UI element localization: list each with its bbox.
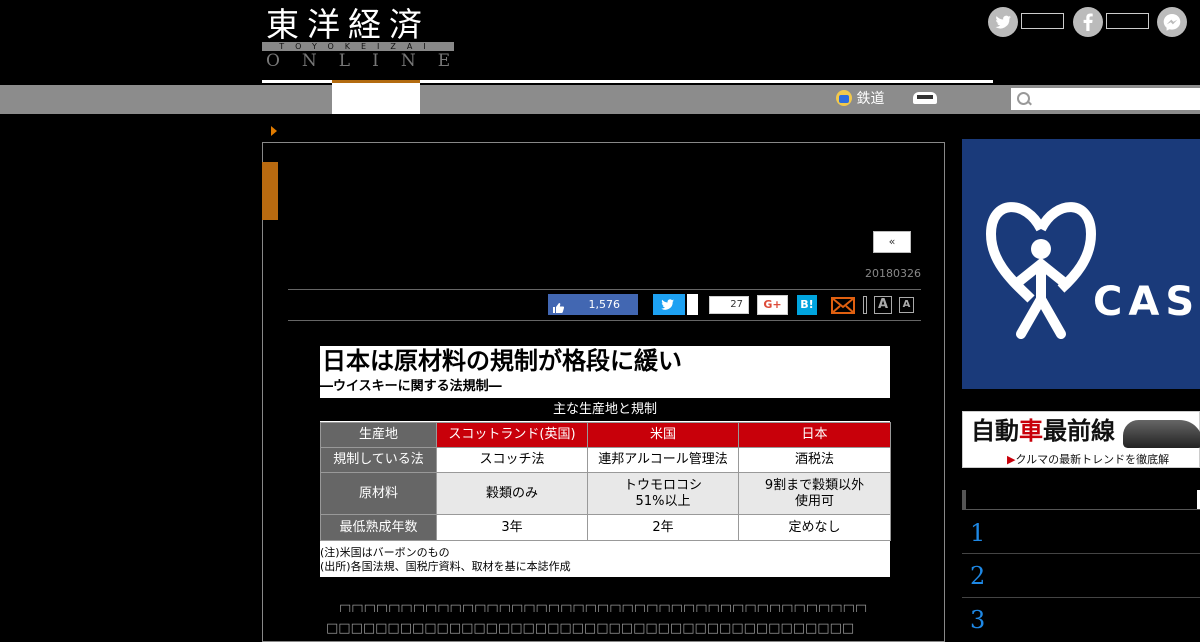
sidebar-ad-banner[interactable]: CAS [962,139,1200,389]
twitter-icon[interactable] [988,7,1018,37]
heart-person-logo-icon [986,202,1096,339]
car-feature-title: 自動車最前線 [971,416,1115,446]
table-header-cell: 米国 [587,422,739,448]
table-header-row: 生産地 スコットランド(英国) 米国 日本 [320,422,891,448]
messenger-icon[interactable] [1157,7,1187,37]
sidebar-car-feature-banner[interactable]: 自動車最前線 ▶クルマの最新トレンドを徹底解 [962,411,1200,468]
like-share-button[interactable] [628,294,638,315]
table-row: 原材料 穀類のみ トウモロコシ 51%以上 9割まで穀類以外 使用可 [320,472,891,515]
car-feature-title-a: 自動 [971,416,1019,445]
table-cell: 9割まで穀類以外 使用可 [738,472,891,515]
ranking-divider [962,597,1200,598]
figure-caption: 主な生産地と規制 [320,398,890,421]
table-cell: 定めなし [738,514,891,541]
train-icon [836,90,852,106]
table-row: 規制している法 スコッチ法 連邦アルコール管理法 酒税法 [320,447,891,473]
table-row-label: 原材料 [320,472,437,515]
nav-item-active[interactable] [332,80,420,114]
article-body-line: □□□□□□□□□□□□□□□□□□□□□□□□□□□□□□□□□□□□□□□□… [326,602,868,612]
table-cell: 穀類のみ [436,472,588,515]
regulation-table-figure: 日本は原材料の規制が格段に緩い ―ウイスキーに関する法規制― 主な生産地と規制 … [320,346,891,577]
google-plus-button[interactable]: G+ [757,295,788,315]
ranking-header [962,490,1200,510]
figure-title: 日本は原材料の規制が格段に緩い [322,346,682,375]
ranking-divider [962,553,1200,554]
bookmark-count: 27 [709,296,749,314]
table-cell: スコッチ法 [436,447,588,473]
table-row: 最低熟成年数 3年 2年 定めなし [320,514,891,541]
nav-item-railway-label: 鉄道 [856,91,885,107]
article-body-line: □□□□□□□□□□□□□□□□□□□□□□□□□□□□□□□□□□□□□□□□… [326,621,855,635]
figure-note: (注)米国はバーボンのもの [320,546,450,559]
ranking-number: 2 [970,562,986,590]
car-image [1123,420,1200,448]
table-cell: 酒税法 [738,447,891,473]
facebook-icon[interactable] [1073,7,1103,37]
nav-item-car[interactable] [913,85,937,114]
car-feature-title-c: 最前線 [1043,416,1115,445]
car-icon [913,92,937,104]
print-icon[interactable] [863,296,867,314]
table-cell: 3年 [436,514,588,541]
ranking-number: 1 [970,519,986,547]
site-logo[interactable]: 東洋経済 TOYOKEIZAI ONLINE [262,6,454,72]
logo-online: ONLINE [266,51,473,71]
regulation-table: 生産地 スコットランド(英国) 米国 日本 規制している法 スコッチ法 連邦アル… [320,422,891,541]
table-cell: 2年 [587,514,739,541]
font-size-large-button[interactable]: A [874,296,892,314]
table-row-label: 最低熟成年数 [320,514,437,541]
table-header-cell: 日本 [738,422,891,448]
hatena-bookmark-button[interactable]: B! [797,295,817,315]
twitter-count [1021,13,1064,29]
car-feature-subtitle: ▶クルマの最新トレンドを徹底解 [1007,451,1169,467]
car-feature-title-b: 車 [1019,416,1043,445]
search-input[interactable] [1011,88,1200,110]
logo-kanji: 東洋経済 [266,5,430,44]
tweet-count [687,294,698,315]
figure-subtitle: ―ウイスキーに関する法規制― [320,379,502,394]
share-divider-top [288,289,921,290]
sidebar-ad-text: CAS [1093,279,1200,325]
title-accent-bar [262,162,278,220]
prev-page-button[interactable]: « [873,231,911,253]
tweet-button[interactable] [653,294,685,315]
facebook-count [1106,13,1149,29]
article-date: 20180326 [865,267,921,280]
table-cell: 連邦アルコール管理法 [587,447,739,473]
table-row-label: 規制している法 [320,447,437,473]
facebook-like-button[interactable]: 1,576 [548,294,628,315]
like-icon [553,299,565,313]
figure-notes: (注)米国はバーボンのもの (出所)各国法規、国税庁資料、取材を基に本誌作成 [320,546,571,574]
table-header-cell: スコットランド(英国) [436,422,588,448]
breadcrumb-arrow-icon [271,126,277,136]
table-cell: トウモロコシ 51%以上 [587,472,739,515]
figure-source: (出所)各国法規、国税庁資料、取材を基に本誌作成 [320,560,571,573]
font-size-small-button[interactable]: A [899,297,914,313]
table-header-cell: 生産地 [320,422,437,448]
nav-item-railway[interactable]: 鉄道 [836,85,884,114]
ranking-number: 3 [970,606,986,634]
share-divider-bottom [288,320,921,321]
like-count: 1,576 [588,298,621,311]
car-feature-subtitle-text: クルマの最新トレンドを徹底解 [1015,453,1170,466]
mail-icon[interactable] [831,296,855,314]
